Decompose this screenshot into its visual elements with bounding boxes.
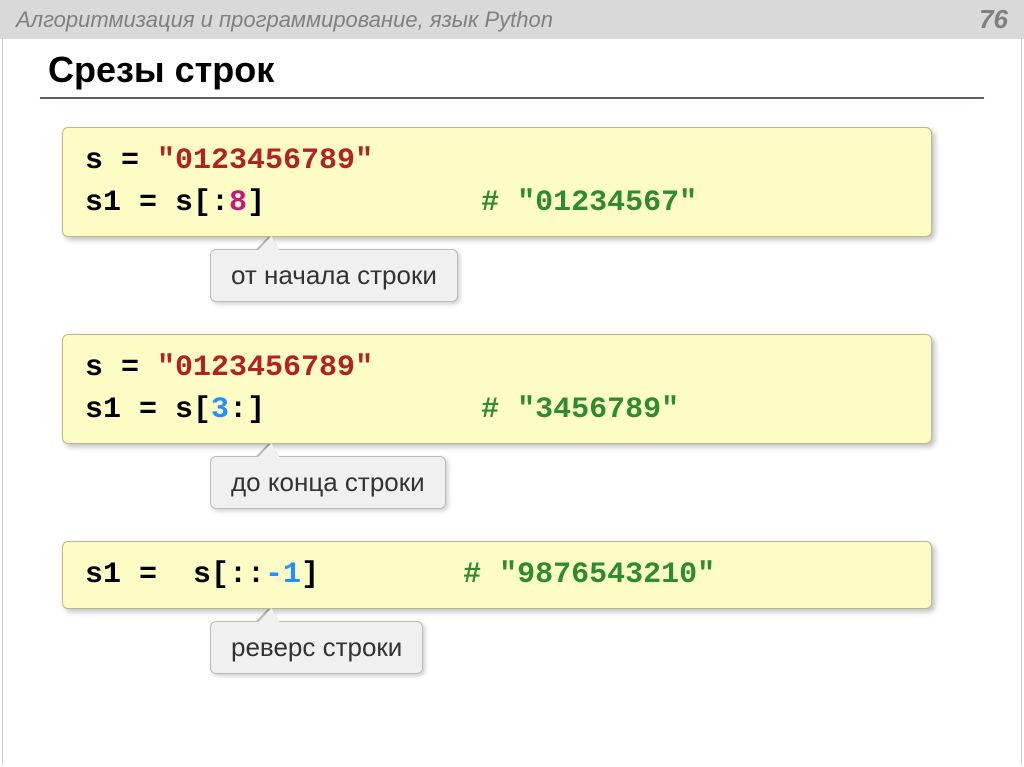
callout-2: до конца строки	[210, 456, 446, 509]
page-title: Срезы строк	[40, 49, 984, 91]
header-bar: Алгоритмизация и программирование, язык …	[0, 0, 1024, 39]
callout-3: реверс строки	[210, 621, 423, 674]
code-block-1: s = "0123456789" s1 = s[:8] # "01234567"	[62, 127, 932, 237]
code-line: s1 = s[3:] # "3456789"	[85, 389, 909, 431]
title-underline	[40, 97, 984, 99]
code-line: s1 = s[:8] # "01234567"	[85, 182, 909, 224]
callout-1: от начала строки	[210, 249, 458, 302]
code-line: s = "0123456789"	[85, 140, 909, 182]
page-number: 76	[979, 4, 1008, 35]
code-line: s = "0123456789"	[85, 347, 909, 389]
code-block-3: s1 = s[::-1] # "9876543210"	[62, 541, 932, 609]
breadcrumb: Алгоритмизация и программирование, язык …	[16, 7, 553, 33]
slide-content: Срезы строк s = "0123456789" s1 = s[:8] …	[0, 39, 1024, 716]
code-line: s1 = s[::-1] # "9876543210"	[85, 554, 909, 596]
code-block-2: s = "0123456789" s1 = s[3:] # "3456789"	[62, 334, 932, 444]
